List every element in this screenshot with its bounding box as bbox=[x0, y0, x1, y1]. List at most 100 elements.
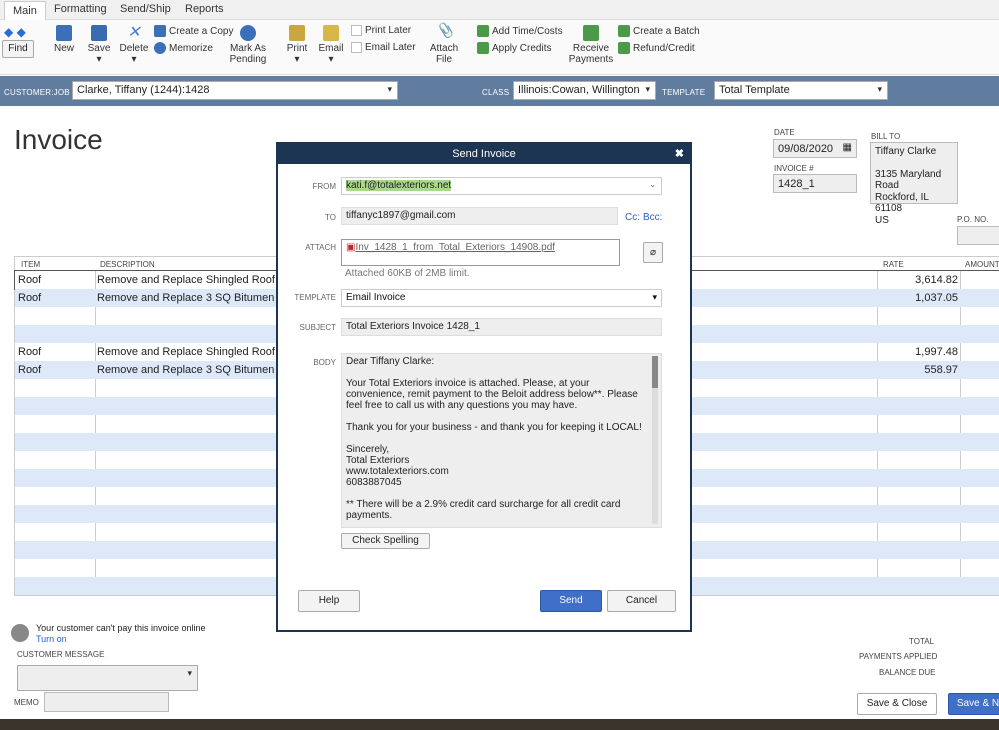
attach-size-note: Attached 60KB of 2MB limit. bbox=[345, 268, 470, 279]
tab-formatting[interactable]: Formatting bbox=[54, 3, 107, 15]
customer-job-select[interactable]: Clarke, Tiffany (1244):1428 bbox=[72, 81, 398, 100]
find-button[interactable]: Find bbox=[2, 40, 34, 58]
invoice-number-field[interactable]: 1428_1 bbox=[773, 174, 857, 193]
cell-item: Roof bbox=[18, 364, 42, 376]
save-new-button[interactable]: Save & N bbox=[948, 693, 999, 715]
help-button[interactable]: Help bbox=[298, 590, 360, 612]
create-batch-button[interactable]: Create a Batch bbox=[618, 25, 700, 37]
header-amount: AMOUNT bbox=[965, 260, 999, 269]
template-value: Email Invoice bbox=[346, 292, 406, 303]
batch-icon bbox=[618, 25, 630, 37]
cell-description: Remove and Replace Shingled Roof. Inst bbox=[97, 346, 299, 358]
bill-to-label: BILL TO bbox=[871, 132, 901, 141]
cell-item: Roof bbox=[18, 292, 42, 304]
print-later-checkbox[interactable]: Print Later bbox=[351, 25, 411, 36]
tab-main[interactable]: Main bbox=[4, 1, 46, 21]
template-select[interactable]: Total Template bbox=[714, 81, 888, 100]
cell-rate: 3,614.82 bbox=[915, 274, 958, 286]
to-field[interactable]: tiffanyc1897@gmail.com bbox=[341, 207, 618, 225]
envelope-icon bbox=[323, 25, 339, 41]
save-close-button[interactable]: Save & Close bbox=[857, 693, 937, 715]
ribbon-toolbar: ◆ ◆ Find New Save ▾ ✕ Delete ▾ Create a Cop… bbox=[0, 20, 999, 75]
print-button[interactable]: Print ▾ bbox=[283, 25, 311, 65]
po-field[interactable] bbox=[957, 226, 999, 245]
back-forward-icon[interactable]: ◆ ◆ bbox=[4, 25, 26, 39]
date-value: 09/08/2020 bbox=[778, 143, 834, 155]
turn-on-link[interactable]: Turn on bbox=[36, 634, 67, 644]
copy-icon bbox=[154, 25, 166, 37]
header-description: DESCRIPTION bbox=[100, 260, 155, 269]
printer-icon bbox=[289, 25, 305, 41]
customer-message-label: CUSTOMER MESSAGE bbox=[17, 650, 105, 659]
po-label: P.O. NO. bbox=[957, 215, 989, 224]
from-value: kati.f@totalexteriors.net bbox=[346, 180, 452, 191]
tab-send-ship[interactable]: Send/Ship bbox=[120, 3, 171, 15]
body-paragraph: Dear Tiffany Clarke: bbox=[346, 356, 435, 367]
header-item: ITEM bbox=[21, 260, 41, 269]
to-label: TO bbox=[325, 213, 336, 222]
mark-pending-button[interactable]: Mark As Pending bbox=[228, 25, 268, 65]
close-icon[interactable]: ✖ bbox=[675, 144, 684, 164]
cell-item: Roof bbox=[18, 346, 42, 358]
save-button[interactable]: Save ▾ bbox=[85, 25, 113, 65]
customer-job-label: CUSTOMER:JOB bbox=[4, 88, 70, 97]
subject-field[interactable]: Total Exteriors Invoice 1428_1 bbox=[341, 318, 662, 336]
cell-item: Roof bbox=[18, 274, 42, 286]
cc-link[interactable]: Cc: bbox=[625, 212, 640, 223]
email-template-select[interactable]: Email Invoice ▾ bbox=[341, 289, 662, 307]
email-button[interactable]: Email ▾ bbox=[317, 25, 345, 65]
bill-to-field[interactable]: Tiffany Clarke 3135 Maryland Road Rockfo… bbox=[870, 142, 958, 226]
dropdown-arrow-icon: ▾ bbox=[652, 292, 657, 302]
time-costs-icon bbox=[477, 25, 489, 37]
payments-icon bbox=[583, 25, 599, 41]
cell-rate: 1,037.05 bbox=[915, 292, 958, 304]
refund-icon bbox=[618, 42, 630, 54]
from-label: FROM bbox=[312, 182, 336, 191]
receive-payments-button[interactable]: Receive Payments bbox=[568, 25, 614, 65]
header-rate: RATE bbox=[883, 260, 904, 269]
body-paragraph: Thank you for your business - and thank … bbox=[346, 422, 642, 433]
body-label: BODY bbox=[313, 358, 336, 367]
delete-x-icon: ✕ bbox=[127, 24, 141, 41]
cell-rate: 1,997.48 bbox=[915, 346, 958, 358]
class-label: CLASS bbox=[482, 88, 510, 97]
customer-bar: CUSTOMER:JOB Clarke, Tiffany (1244):1428… bbox=[0, 76, 999, 106]
add-time-costs-button[interactable]: Add Time/Costs bbox=[477, 25, 563, 37]
refund-credit-button[interactable]: Refund/Credit bbox=[618, 42, 695, 54]
create-copy-button[interactable]: Create a Copy bbox=[154, 25, 233, 37]
memorize-button[interactable]: Memorize bbox=[154, 42, 213, 54]
chevron-down-icon: ⌄ bbox=[649, 180, 656, 189]
tab-reports[interactable]: Reports bbox=[185, 3, 224, 15]
delete-button[interactable]: ✕ Delete ▾ bbox=[118, 24, 150, 66]
date-label: DATE bbox=[774, 128, 795, 137]
attach-paperclip-button[interactable]: ⌀ bbox=[643, 242, 663, 263]
ribbon-tabs: Main Formatting Send/Ship Reports bbox=[0, 0, 999, 21]
body-paragraph: Your Total Exteriors invoice is attached… bbox=[346, 378, 638, 411]
cancel-button[interactable]: Cancel bbox=[607, 590, 676, 612]
attach-file-button[interactable]: 📎 Attach File bbox=[428, 23, 460, 65]
apply-credits-button[interactable]: Apply Credits bbox=[477, 42, 551, 54]
balance-due-label: BALANCE DUE bbox=[879, 668, 936, 677]
body-textarea[interactable]: Dear Tiffany Clarke: Your Total Exterior… bbox=[341, 353, 662, 528]
new-button[interactable]: New bbox=[50, 25, 78, 54]
memo-field[interactable] bbox=[44, 692, 169, 712]
check-spelling-button[interactable]: Check Spelling bbox=[341, 533, 430, 549]
send-button[interactable]: Send bbox=[540, 590, 602, 612]
new-icon bbox=[56, 25, 72, 41]
customer-message-select[interactable] bbox=[17, 665, 198, 691]
attachment-link[interactable]: Inv_1428_1_from_Total_Exteriors_14908.pd… bbox=[355, 242, 555, 253]
body-scrollbar[interactable] bbox=[652, 356, 658, 524]
class-select[interactable]: Illinois:Cowan, Willington bbox=[513, 81, 656, 100]
from-select[interactable]: kati.f@totalexteriors.net ⌄ bbox=[341, 177, 662, 195]
bcc-link[interactable]: Bcc: bbox=[643, 212, 662, 223]
invoice-number-label: INVOICE # bbox=[774, 164, 814, 173]
date-field[interactable]: 09/08/2020 ▦ bbox=[773, 139, 857, 158]
memorize-icon bbox=[154, 42, 166, 54]
email-later-checkbox[interactable]: Email Later bbox=[351, 42, 416, 53]
calendar-icon[interactable]: ▦ bbox=[843, 142, 852, 153]
scrollbar-thumb[interactable] bbox=[652, 356, 658, 388]
card-icon bbox=[11, 624, 29, 642]
paperclip-icon: ⌀ bbox=[649, 247, 657, 258]
subject-label: SUBJECT bbox=[299, 323, 336, 332]
send-invoice-dialog: Send Invoice ✖ FROM kati.f@totalexteriors… bbox=[276, 142, 692, 632]
